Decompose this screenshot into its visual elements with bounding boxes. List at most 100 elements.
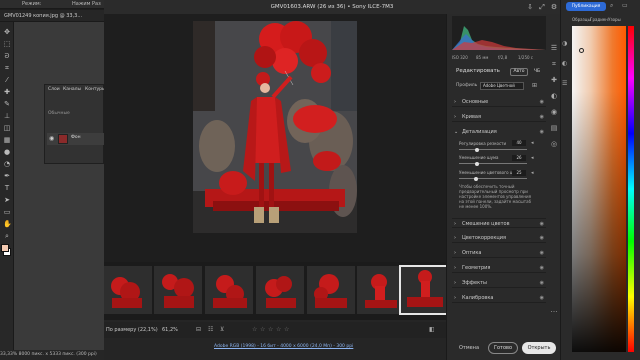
visibility-eye-icon[interactable]: ◉ bbox=[540, 233, 544, 243]
visibility-eye-icon[interactable]: ◉ bbox=[540, 219, 544, 229]
path-select-tool-icon[interactable]: ➤ bbox=[3, 196, 11, 204]
healing-tool-icon[interactable]: ✚ bbox=[3, 88, 11, 96]
search-icon[interactable]: ⌕ bbox=[610, 2, 613, 10]
color-noise-track[interactable] bbox=[459, 178, 527, 179]
color-field[interactable] bbox=[572, 26, 626, 352]
filmstrip-thumb[interactable] bbox=[104, 266, 152, 314]
filmstrip-thumb[interactable] bbox=[205, 266, 253, 314]
visibility-eye-icon[interactable]: ◉ bbox=[540, 278, 544, 288]
rating-star[interactable]: ☆ bbox=[252, 326, 257, 333]
brush-tool-icon[interactable]: ✎ bbox=[3, 100, 11, 108]
workspace-icon[interactable]: ▭ bbox=[622, 2, 628, 9]
masking-icon[interactable]: ◐ bbox=[550, 92, 558, 100]
gradients-tab[interactable]: Градиен bbox=[590, 17, 608, 22]
workflow-options-link[interactable]: Adobe RGB (1998) - 16 бит - 4000 x 6000 … bbox=[214, 342, 353, 352]
noise-value[interactable]: 26 bbox=[512, 155, 526, 161]
pen-tool-icon[interactable]: ✒ bbox=[3, 172, 11, 180]
filmstrip-thumb[interactable] bbox=[357, 266, 405, 314]
color-noise-value[interactable]: 25 bbox=[512, 170, 526, 176]
hand-tool-icon[interactable]: ✋ bbox=[3, 220, 12, 228]
sharpening-value[interactable]: 40 bbox=[512, 140, 526, 146]
save-icon[interactable]: ⇩ bbox=[526, 3, 534, 11]
done-button[interactable]: Готово bbox=[488, 342, 518, 354]
section-color-grading[interactable]: › Цветокоррекция ◉ bbox=[452, 233, 546, 243]
section-curve[interactable]: › Кривая ◉ bbox=[452, 112, 546, 122]
snapshots-icon[interactable]: ▤ bbox=[550, 124, 558, 132]
fit-zoom-select[interactable]: По размеру (22,1%) bbox=[106, 322, 158, 338]
patterns-tab[interactable]: Узоры bbox=[608, 17, 621, 22]
section-calibration[interactable]: › Калибровка ◉ bbox=[452, 293, 546, 303]
open-button[interactable]: Открыть bbox=[522, 342, 556, 354]
rating-star[interactable]: ☆ bbox=[268, 326, 273, 333]
bw-button[interactable]: ЧБ bbox=[530, 68, 544, 76]
visibility-eye-icon[interactable]: ◉ bbox=[540, 127, 544, 137]
marquee-tool-icon[interactable]: ⬚ bbox=[3, 40, 11, 48]
sharpening-expand-icon[interactable]: ◂ bbox=[531, 140, 534, 146]
visibility-eye-icon[interactable]: ◉ bbox=[540, 97, 544, 107]
profile-browser-icon[interactable]: ⊞ bbox=[532, 82, 537, 89]
stamp-tool-icon[interactable]: ⊥ bbox=[3, 112, 11, 120]
hue-slider[interactable] bbox=[628, 26, 634, 352]
foreground-color-swatch[interactable] bbox=[1, 244, 9, 252]
auto-button[interactable]: Авто bbox=[510, 68, 528, 76]
before-after-icon[interactable]: ◧ bbox=[429, 326, 435, 333]
paths-tab[interactable]: Контуры bbox=[85, 87, 106, 92]
filter-icon[interactable]: ⊻ bbox=[220, 326, 224, 333]
filmstrip-thumb-selected[interactable] bbox=[399, 265, 449, 315]
properties-icon[interactable]: ☰ bbox=[562, 80, 567, 87]
gradient-tool-icon[interactable]: ▦ bbox=[3, 136, 11, 144]
layer-row[interactable]: ◉ Фон bbox=[47, 133, 104, 145]
noise-track[interactable] bbox=[459, 163, 527, 164]
section-effects[interactable]: › Эффекты ◉ bbox=[452, 278, 546, 288]
eraser-tool-icon[interactable]: ◫ bbox=[3, 124, 11, 132]
color-noise-expand-icon[interactable]: ◂ bbox=[531, 170, 534, 176]
eyedropper-tool-icon[interactable]: ⁄ bbox=[3, 76, 11, 84]
sharpening-track[interactable] bbox=[459, 149, 527, 150]
channels-tab[interactable]: Каналы bbox=[63, 87, 81, 92]
rating-star[interactable]: ☆ bbox=[284, 326, 289, 333]
adjustments-icon[interactable]: ◐ bbox=[562, 60, 567, 67]
crop-tool-icon[interactable]: ⌗ bbox=[3, 64, 11, 72]
color-noise-handle[interactable] bbox=[474, 176, 478, 181]
layers-tab[interactable]: Слои bbox=[48, 87, 60, 92]
crop-icon[interactable]: ⌗ bbox=[550, 60, 558, 68]
cancel-button[interactable]: Отмена bbox=[452, 342, 486, 354]
compare-icon[interactable]: ⊟ bbox=[196, 326, 201, 333]
fullscreen-icon[interactable]: ⤢ bbox=[538, 3, 546, 11]
noise-handle[interactable] bbox=[474, 161, 479, 166]
color-panel-icon[interactable]: ◑ bbox=[562, 40, 567, 47]
filmstrip-thumb[interactable] bbox=[154, 266, 202, 314]
red-eye-icon[interactable]: ◉ bbox=[550, 108, 558, 116]
type-tool-icon[interactable]: T bbox=[3, 184, 11, 192]
filmstrip-layout-icon[interactable]: ☷ bbox=[208, 326, 213, 333]
filmstrip-thumb[interactable] bbox=[307, 266, 355, 314]
section-detail[interactable]: ⌄ Детализация ◉ bbox=[452, 127, 546, 137]
visibility-eye-icon[interactable]: ◉ bbox=[49, 135, 54, 142]
rating-star[interactable]: ☆ bbox=[260, 326, 265, 333]
filmstrip-thumb[interactable] bbox=[256, 266, 304, 314]
visibility-eye-icon[interactable]: ◉ bbox=[540, 112, 544, 122]
blend-mode-select[interactable]: Обычные bbox=[48, 111, 70, 116]
healing-icon[interactable]: ✚ bbox=[550, 76, 558, 84]
sharpening-handle[interactable] bbox=[475, 147, 480, 152]
shape-tool-icon[interactable]: ▭ bbox=[3, 208, 11, 216]
zoom-tool-icon[interactable]: ⌕ bbox=[3, 232, 11, 240]
settings-gear-icon[interactable]: ⚙ bbox=[550, 3, 558, 11]
share-button[interactable]: Публикация bbox=[566, 2, 606, 11]
presets-icon[interactable]: ◎ bbox=[550, 140, 558, 148]
section-basic[interactable]: › Основные ◉ bbox=[452, 97, 546, 107]
visibility-eye-icon[interactable]: ◉ bbox=[540, 248, 544, 258]
dodge-tool-icon[interactable]: ◔ bbox=[3, 160, 11, 168]
visibility-eye-icon[interactable]: ◉ bbox=[540, 293, 544, 303]
section-geometry[interactable]: › Геометрия ◉ bbox=[452, 263, 546, 273]
color-picker-handle[interactable] bbox=[579, 48, 584, 53]
blur-tool-icon[interactable]: ● bbox=[3, 148, 11, 156]
noise-expand-icon[interactable]: ◂ bbox=[531, 155, 534, 161]
section-optics[interactable]: › Оптика ◉ bbox=[452, 248, 546, 258]
rating-star[interactable]: ☆ bbox=[276, 326, 281, 333]
edit-sliders-icon[interactable]: ☰ bbox=[550, 44, 558, 52]
visibility-eye-icon[interactable]: ◉ bbox=[540, 263, 544, 273]
document-tab[interactable]: GMV01249 копия.jpg @ 33,3... bbox=[2, 10, 102, 22]
section-color-mixer[interactable]: › Смешение цветов ◉ bbox=[452, 218, 546, 228]
swatches-tab[interactable]: Образцы bbox=[572, 17, 591, 22]
